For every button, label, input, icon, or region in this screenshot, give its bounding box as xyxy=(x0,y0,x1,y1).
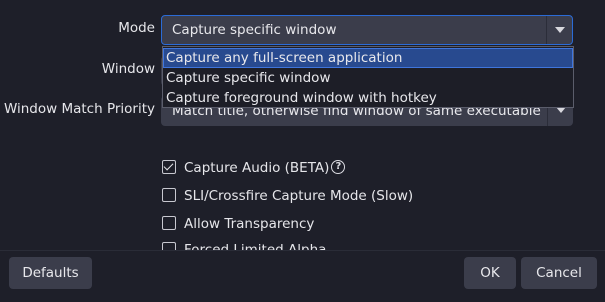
mode-option-foreground-hotkey[interactable]: Capture foreground window with hotkey xyxy=(163,88,573,108)
window-label: Window xyxy=(101,61,155,77)
forced-limited-alpha-checkbox[interactable] xyxy=(162,242,176,250)
defaults-button[interactable]: Defaults xyxy=(9,257,92,289)
capture-audio-checkbox-row[interactable]: Capture Audio (BETA)? xyxy=(162,158,346,178)
forced-limited-alpha-checkbox-row[interactable]: Forced Limited Alpha xyxy=(162,240,362,250)
allow-transparency-checkbox[interactable] xyxy=(162,216,176,230)
forced-limited-alpha-label: Forced Limited Alpha xyxy=(184,242,327,250)
chevron-down-icon[interactable] xyxy=(555,27,565,33)
cancel-button[interactable]: Cancel xyxy=(521,257,597,289)
help-icon[interactable]: ? xyxy=(331,160,346,174)
capture-audio-checkbox[interactable] xyxy=(162,160,176,174)
footer-divider xyxy=(0,250,605,251)
sli-crossfire-checkbox[interactable] xyxy=(162,188,176,202)
allow-transparency-checkbox-row[interactable]: Allow Transparency xyxy=(162,214,314,234)
mode-dropdown-list: Capture any full-screen application Capt… xyxy=(162,46,574,108)
sli-crossfire-label: SLI/Crossfire Capture Mode (Slow) xyxy=(184,188,414,204)
sli-crossfire-checkbox-row[interactable]: SLI/Crossfire Capture Mode (Slow) xyxy=(162,186,413,206)
ok-button[interactable]: OK xyxy=(464,257,516,289)
combobox-separator xyxy=(546,16,547,44)
allow-transparency-label: Allow Transparency xyxy=(184,216,315,232)
window-match-priority-label: Window Match Priority xyxy=(3,101,155,117)
mode-combobox-value: Capture specific window xyxy=(172,22,337,38)
mode-combobox[interactable]: Capture specific window xyxy=(161,15,573,45)
partially-hidden-row-clip: Forced Limited Alpha xyxy=(162,240,362,250)
capture-audio-label: Capture Audio (BETA) xyxy=(184,160,330,176)
mode-option-specific-window[interactable]: Capture specific window xyxy=(163,68,573,88)
properties-form: Mode Capture specific window Window Wind… xyxy=(0,0,605,250)
mode-option-full-screen[interactable]: Capture any full-screen application xyxy=(163,48,573,68)
mode-label: Mode xyxy=(118,20,155,36)
